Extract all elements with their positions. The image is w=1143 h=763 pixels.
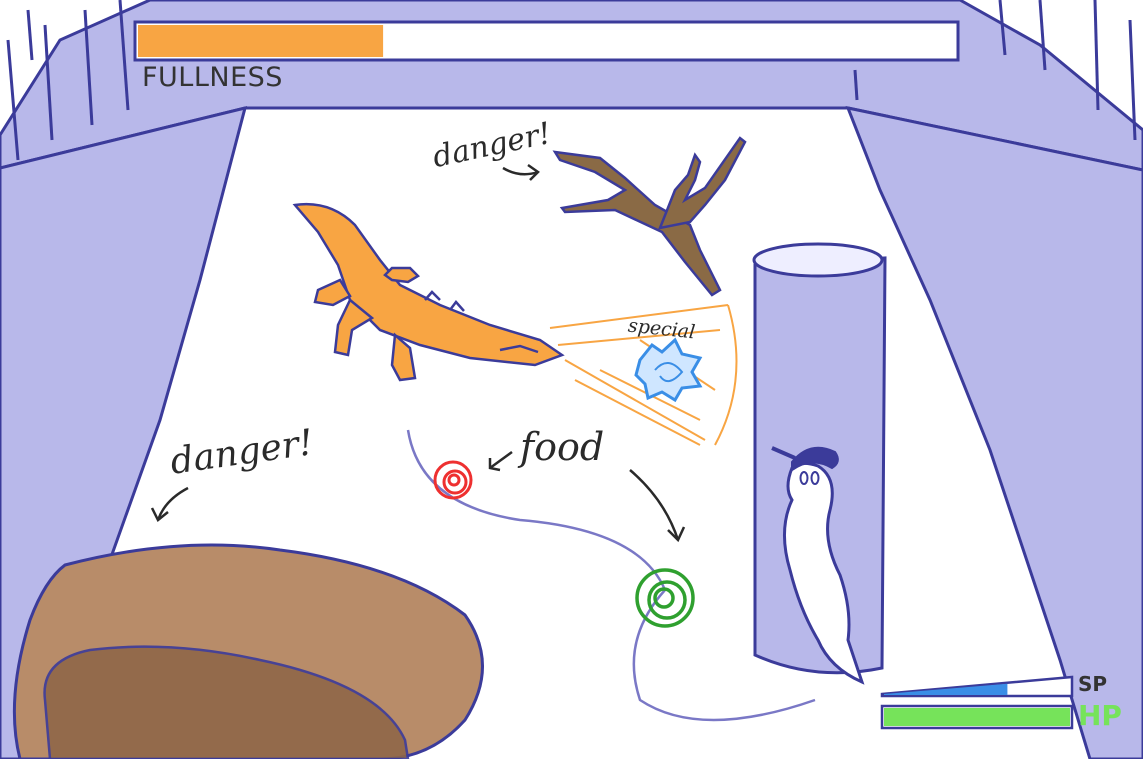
fullness-bar bbox=[133, 20, 960, 62]
food-label: food bbox=[520, 425, 605, 469]
fullness-label: FULLNESS bbox=[142, 62, 283, 93]
fullness-bar-fill bbox=[138, 25, 384, 57]
arena-svg bbox=[0, 0, 1143, 761]
game-stage: FULLNESS SP HP danger! danger! food spec… bbox=[0, 0, 1143, 761]
hp-bar bbox=[880, 704, 1074, 730]
sp-label: SP bbox=[1078, 672, 1108, 696]
hp-bar-fill bbox=[884, 708, 1070, 726]
wall-mark bbox=[853, 69, 859, 101]
hp-label: HP bbox=[1078, 699, 1122, 732]
